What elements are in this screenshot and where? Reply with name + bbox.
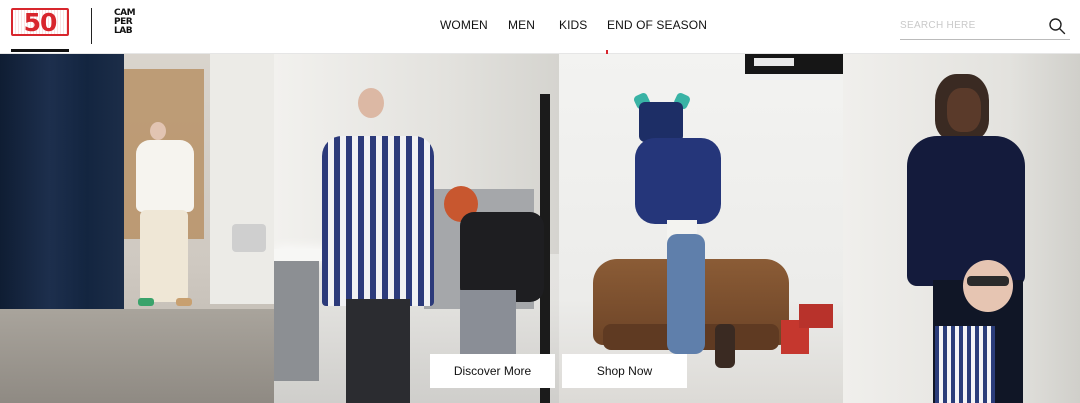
- site-header: 50 CAM PER LAB WOMEN MEN KIDS END OF SEA…: [0, 0, 1080, 54]
- shop-now-button[interactable]: Shop Now: [562, 354, 687, 388]
- discover-more-button[interactable]: Discover More: [430, 354, 555, 388]
- camperlab-logo-line: LAB: [114, 26, 133, 36]
- nav-active-marker: [606, 50, 608, 54]
- search-icon[interactable]: [1048, 17, 1066, 35]
- camper-50-logo[interactable]: 50: [11, 8, 69, 36]
- nav-item-kids[interactable]: KIDS: [559, 18, 587, 32]
- hero-photo-panel[interactable]: [559, 54, 843, 403]
- search-input[interactable]: [900, 14, 1040, 36]
- nav-item-men[interactable]: MEN: [508, 18, 535, 32]
- hero-banner: Discover More Shop Now: [0, 54, 1080, 403]
- active-logo-underline: [11, 49, 69, 52]
- nav-item-end-of-season[interactable]: END OF SEASON: [607, 18, 707, 32]
- hero-photo-panel[interactable]: [274, 54, 559, 403]
- logo-divider: [91, 8, 92, 44]
- hero-photo-panel[interactable]: [0, 54, 274, 403]
- search-bar: [900, 14, 1070, 40]
- hero-photo-panel[interactable]: [843, 54, 1080, 403]
- nav-item-women[interactable]: WOMEN: [440, 18, 488, 32]
- camperlab-logo[interactable]: CAM PER LAB: [114, 9, 142, 36]
- logo-50-text: 50: [23, 8, 58, 36]
